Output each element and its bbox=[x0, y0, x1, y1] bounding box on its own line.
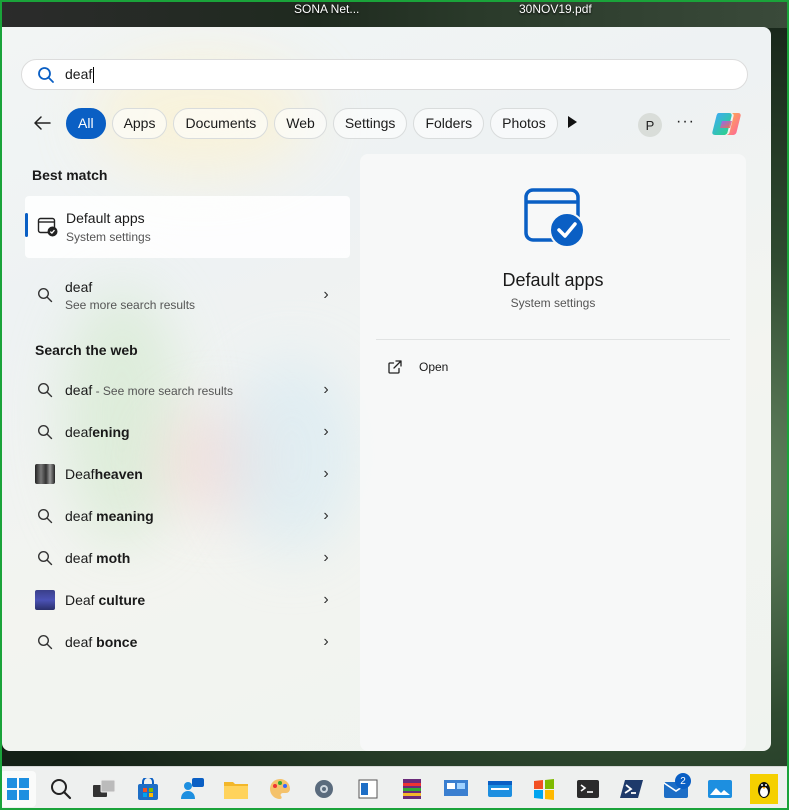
store-icon[interactable] bbox=[130, 771, 166, 807]
account-avatar[interactable]: P bbox=[638, 113, 662, 137]
filter-settings[interactable]: Settings bbox=[332, 107, 408, 139]
app-window-icon[interactable] bbox=[482, 771, 518, 807]
preview-pane: Default apps System settings Open bbox=[360, 154, 746, 751]
linux-penguin-icon[interactable] bbox=[746, 771, 782, 807]
search-icon bbox=[38, 66, 54, 83]
web-result-item[interactable]: Deaf culture › bbox=[25, 580, 350, 620]
web-result-item[interactable]: deaf moth › bbox=[25, 538, 350, 578]
chevron-right-icon[interactable]: › bbox=[316, 286, 336, 304]
filter-row: All Apps Documents Web Settings Folders … bbox=[27, 107, 564, 139]
desktop-file-label[interactable]: SONA Net... bbox=[294, 2, 359, 16]
selection-indicator bbox=[25, 213, 28, 237]
search-icon bbox=[25, 287, 65, 303]
start-search-panel: deaf All Apps Documents Web Settings Fol… bbox=[2, 27, 771, 751]
desktop-file-label[interactable]: 30NOV19.pdf bbox=[519, 2, 592, 16]
filter-all[interactable]: All bbox=[66, 107, 106, 139]
default-apps-icon bbox=[37, 216, 59, 243]
desktop-strip: SONA Net... 30NOV19.pdf bbox=[0, 0, 789, 28]
person-thumbnail bbox=[25, 590, 65, 610]
filter-folders[interactable]: Folders bbox=[413, 107, 485, 139]
photos-icon[interactable] bbox=[702, 771, 738, 807]
search-icon bbox=[25, 634, 65, 650]
chevron-right-icon[interactable]: › bbox=[316, 549, 336, 567]
divider bbox=[376, 339, 730, 340]
web-result-item[interactable]: deaf - See more search results › bbox=[25, 370, 350, 410]
task-view-icon[interactable] bbox=[86, 771, 122, 807]
web-result-item[interactable]: Deafheaven › bbox=[25, 454, 350, 494]
chevron-right-icon[interactable]: › bbox=[316, 507, 336, 525]
local-search-result[interactable]: deaf See more search results › bbox=[25, 274, 350, 316]
taskbar: 2 bbox=[0, 766, 789, 810]
settings-gear-icon[interactable] bbox=[306, 771, 342, 807]
web-result-item[interactable]: deaf meaning › bbox=[25, 496, 350, 536]
search-icon bbox=[25, 508, 65, 524]
search-the-web-heading: Search the web bbox=[35, 342, 138, 358]
notepad-icon[interactable] bbox=[350, 771, 386, 807]
filter-apps[interactable]: Apps bbox=[111, 107, 168, 139]
open-action[interactable]: Open bbox=[387, 359, 448, 375]
windows-logo-app-icon[interactable] bbox=[526, 771, 562, 807]
mail-badge: 2 bbox=[675, 773, 691, 789]
search-icon bbox=[25, 550, 65, 566]
filter-documents[interactable]: Documents bbox=[173, 107, 269, 139]
preview-title: Default apps bbox=[502, 270, 604, 290]
copilot-icon[interactable] bbox=[710, 107, 744, 146]
file-explorer-icon[interactable] bbox=[218, 771, 254, 807]
windows-start-icon[interactable] bbox=[0, 771, 36, 807]
open-external-icon bbox=[388, 360, 402, 374]
search-icon bbox=[25, 424, 65, 440]
web-result-item[interactable]: deafening › bbox=[25, 412, 350, 452]
open-label: Open bbox=[419, 360, 449, 374]
local-result-title: deaf bbox=[65, 278, 93, 295]
people-icon[interactable] bbox=[174, 771, 210, 807]
control-panel-icon[interactable] bbox=[438, 771, 474, 807]
best-match-title: Default apps bbox=[66, 210, 145, 226]
local-result-subtitle: See more search results bbox=[65, 297, 196, 312]
terminal-icon[interactable] bbox=[570, 771, 606, 807]
search-box[interactable]: deaf bbox=[21, 59, 748, 90]
band-thumbnail bbox=[25, 464, 65, 484]
chevron-right-icon[interactable]: › bbox=[316, 381, 336, 399]
more-filters-play-icon[interactable] bbox=[565, 114, 579, 135]
search-input[interactable]: deaf bbox=[65, 66, 95, 84]
back-arrow-icon[interactable] bbox=[27, 108, 57, 138]
paint-icon[interactable] bbox=[262, 771, 298, 807]
winrar-icon[interactable] bbox=[394, 771, 430, 807]
filter-web[interactable]: Web bbox=[274, 107, 327, 139]
chevron-right-icon[interactable]: › bbox=[316, 465, 336, 483]
mail-icon[interactable]: 2 bbox=[658, 771, 694, 807]
search-icon bbox=[25, 382, 65, 398]
preview-subtitle: System settings bbox=[510, 296, 596, 310]
chevron-right-icon[interactable]: › bbox=[316, 423, 336, 441]
more-options-icon[interactable]: ··· bbox=[676, 113, 695, 131]
web-result-item[interactable]: deaf bonce › bbox=[25, 622, 350, 662]
best-match-item[interactable]: Default apps System settings bbox=[25, 196, 350, 258]
chevron-right-icon[interactable]: › bbox=[316, 633, 336, 651]
powershell-icon[interactable] bbox=[614, 771, 650, 807]
best-match-subtitle: System settings bbox=[66, 230, 151, 244]
filter-photos[interactable]: Photos bbox=[490, 107, 558, 139]
search-icon[interactable] bbox=[43, 771, 79, 807]
default-apps-large-icon bbox=[523, 187, 587, 254]
chevron-right-icon[interactable]: › bbox=[316, 591, 336, 609]
best-match-heading: Best match bbox=[32, 167, 108, 183]
